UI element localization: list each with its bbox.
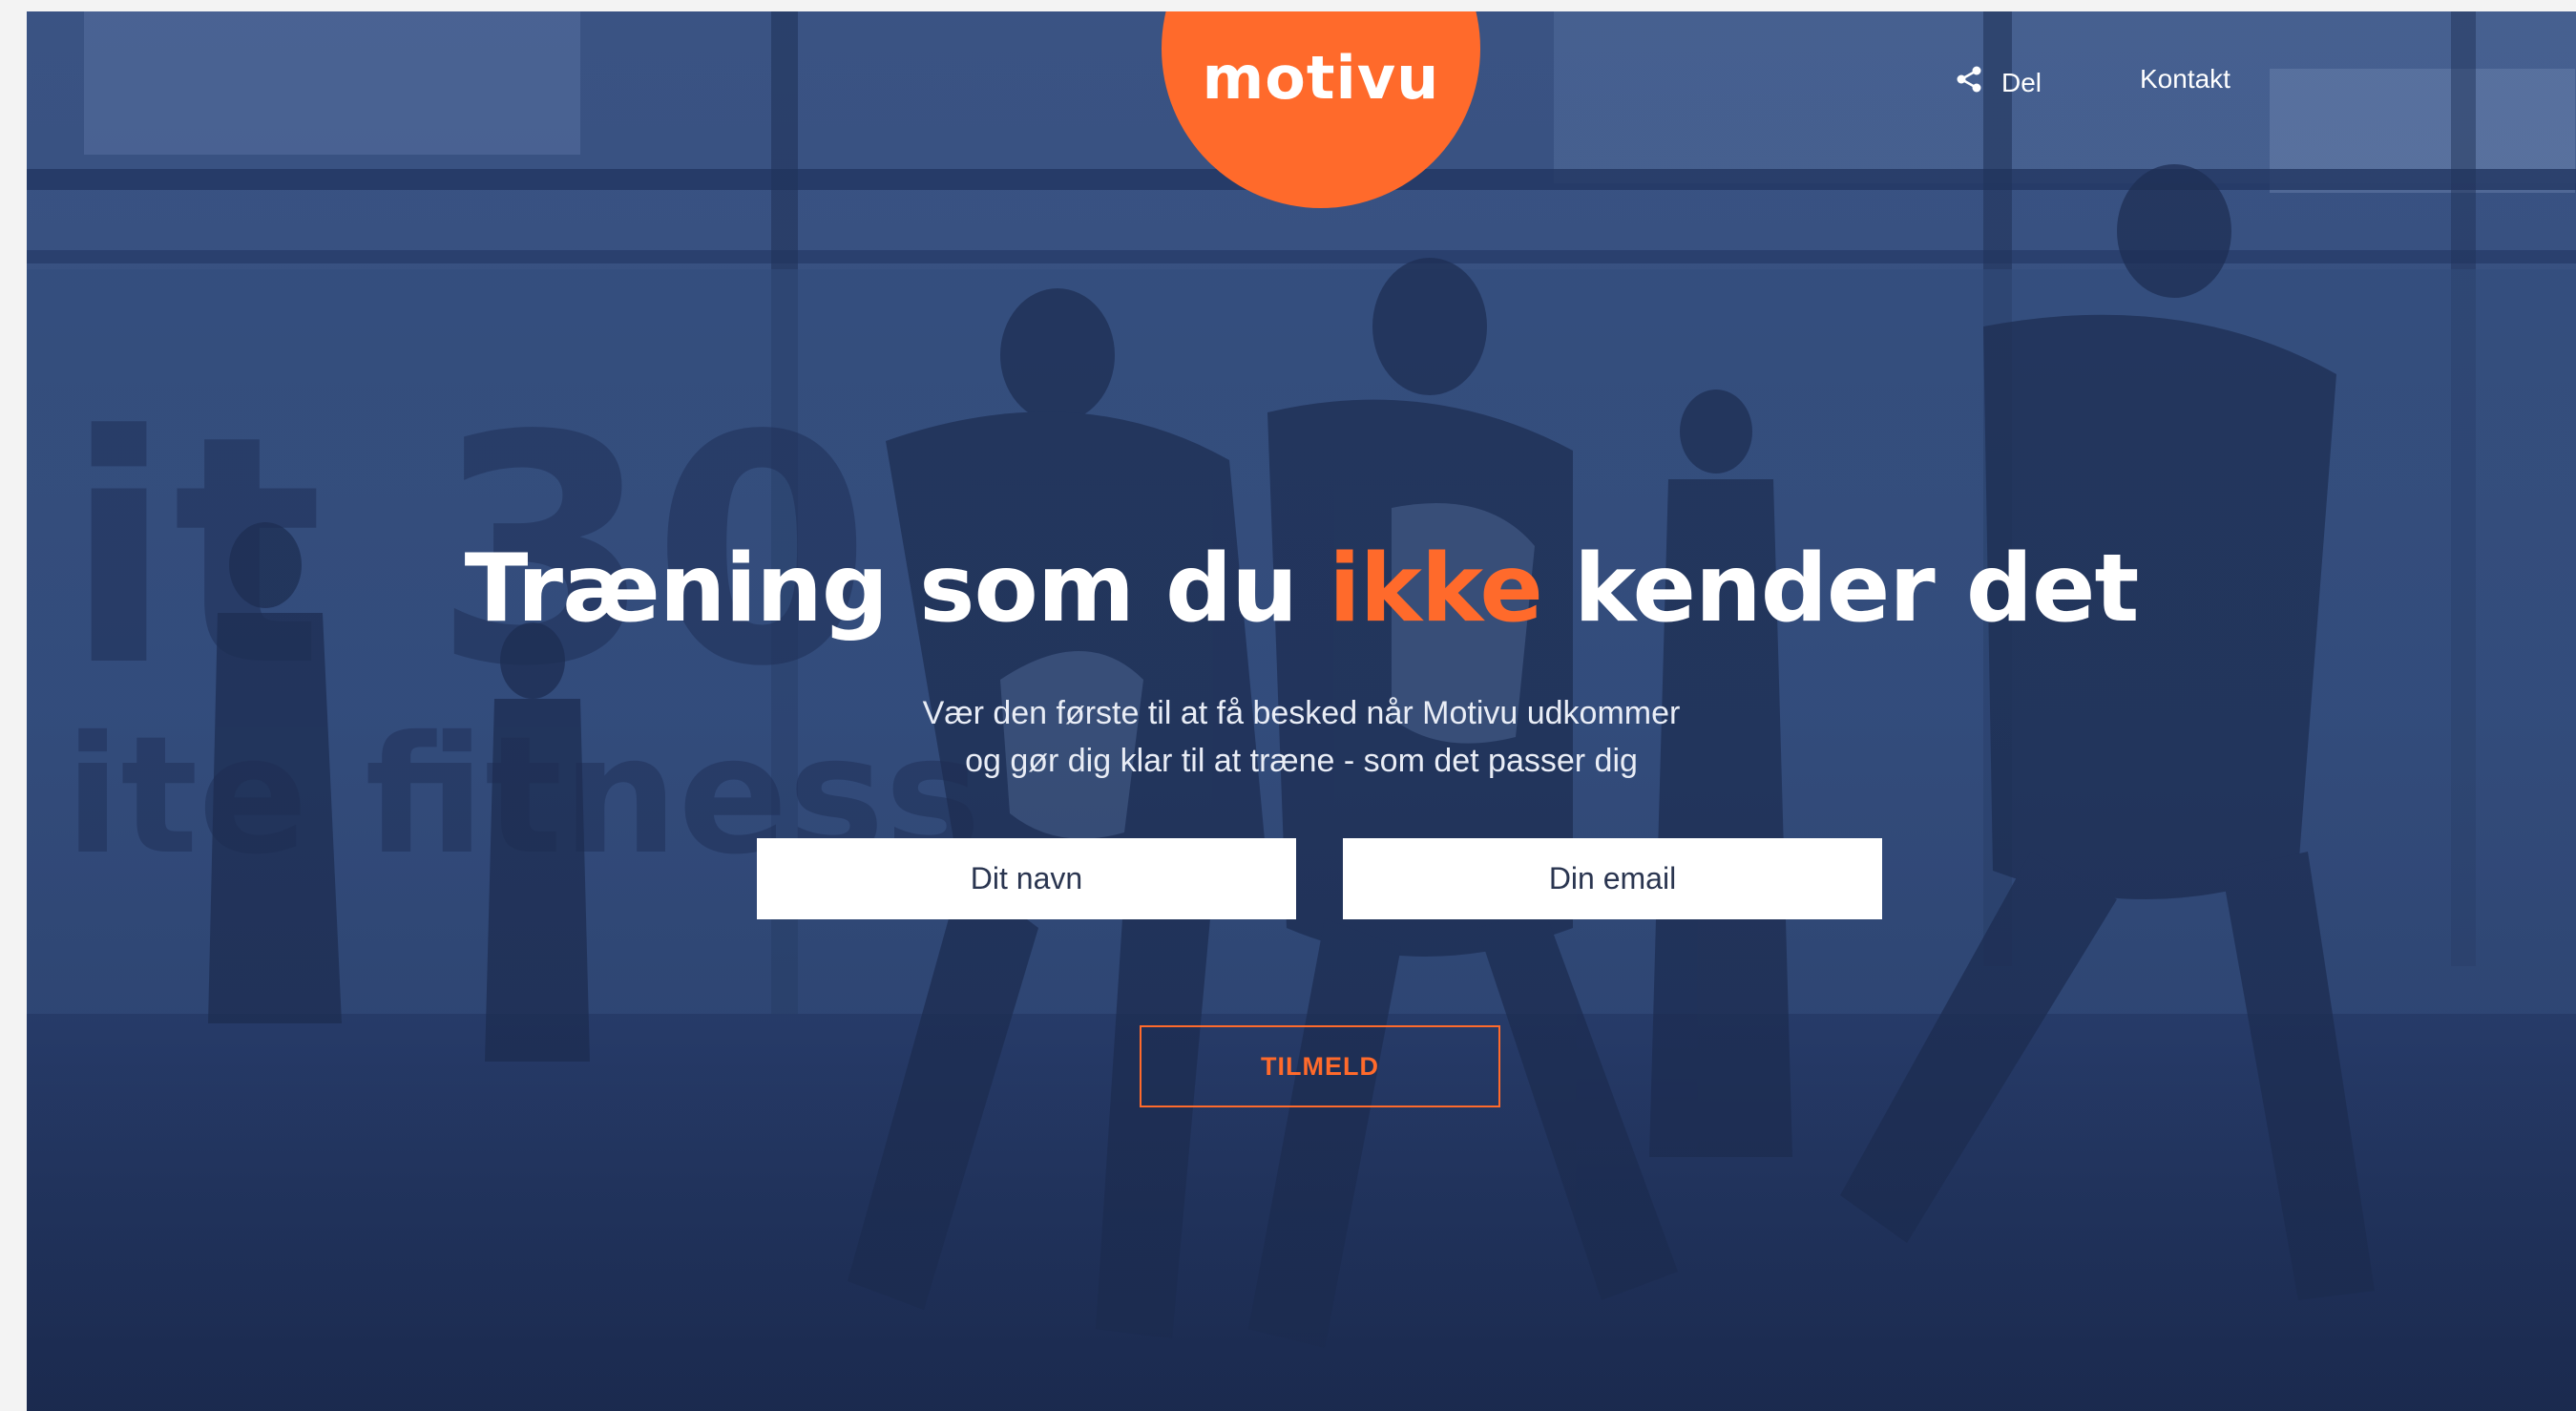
contact-link[interactable]: Kontakt xyxy=(2140,64,2230,95)
subtitle-line-2: og gør dig klar til at træne - som det p… xyxy=(965,743,1638,779)
name-input[interactable] xyxy=(757,838,1296,919)
signup-button[interactable]: TILMELD xyxy=(1140,1025,1500,1107)
subtitle: Vær den første til at få besked når Moti… xyxy=(27,689,2576,785)
headline-part-1: Træning som du xyxy=(464,535,1330,643)
headline-accent: ikke xyxy=(1329,535,1543,643)
email-input[interactable] xyxy=(1343,838,1882,919)
headline-part-2: kender det xyxy=(1541,535,2139,643)
hero-section: it 30 ite fitness xyxy=(27,11,2576,1411)
share-label: Del xyxy=(2001,67,2042,97)
share-icon xyxy=(1954,64,1984,101)
page-title: Træning som du ikke kender det xyxy=(27,535,2576,643)
share-link[interactable]: Del xyxy=(1954,64,2042,101)
subtitle-line-1: Vær den første til at få besked når Moti… xyxy=(922,695,1681,731)
logo-wordmark: motivu xyxy=(1202,43,1440,113)
